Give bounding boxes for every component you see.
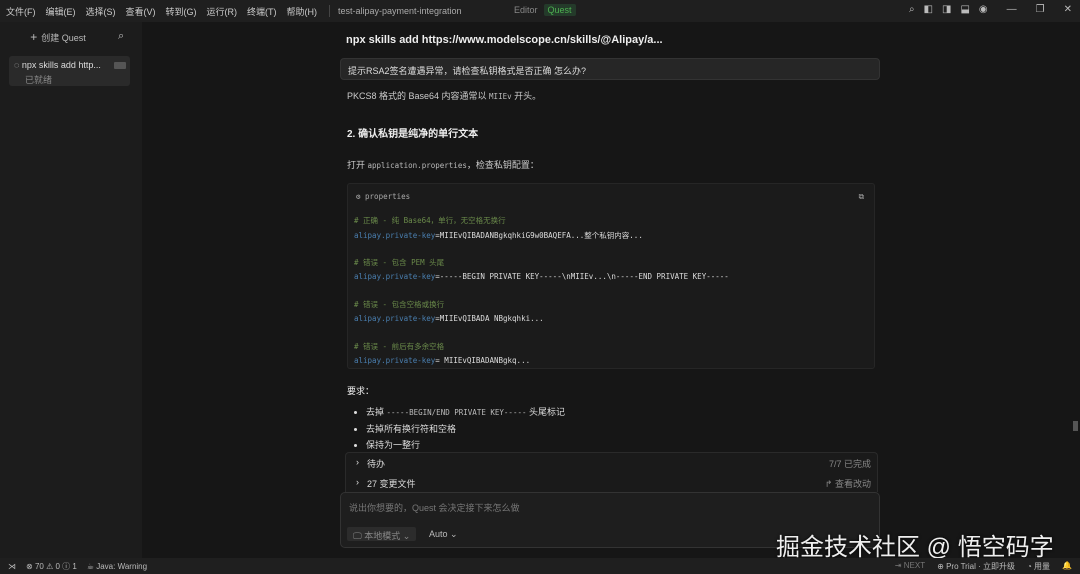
code-line: alipay.private-key=MIIEvQIBADANBgkqhkiG9… bbox=[354, 230, 643, 241]
paragraph: 打开 application.properties，检查私钥配置： bbox=[347, 160, 539, 170]
check-circle-icon: ◌ bbox=[14, 60, 20, 70]
code-comment: # 错误 - 包含空格或换行 bbox=[354, 300, 445, 309]
todo-label: 待办 bbox=[367, 459, 386, 469]
remote-icon[interactable]: ⋊ bbox=[8, 562, 16, 571]
code-line: alipay.private-key= MIIEvQIBADANBgkq... bbox=[354, 356, 530, 365]
list-item: 去掉所有换行符和空格 bbox=[366, 421, 565, 437]
copy-icon[interactable]: ⧉ bbox=[859, 192, 864, 202]
code-block: ⚙ properties ⧉ # 正确 - 纯 Base64，单行，无空格无换行… bbox=[347, 183, 875, 369]
plus-icon: + bbox=[30, 30, 38, 44]
scrollbar[interactable] bbox=[1073, 421, 1078, 431]
project-name: test-alipay-payment-integration bbox=[338, 6, 462, 16]
tab-quest[interactable]: Quest bbox=[543, 4, 576, 16]
code-language: properties bbox=[365, 192, 411, 201]
section-heading: 2. 确认私钥是纯净的单行文本 bbox=[347, 129, 479, 140]
sidebar: + 创建 Quest ⌕ ◌ npx skills add http... 已就绪 bbox=[0, 22, 142, 558]
changes-row[interactable]: › 27 变更文件 ↱ 查看改动 bbox=[356, 477, 871, 490]
usage-button[interactable]: ◔ 用量 bbox=[1027, 561, 1050, 572]
code-line: alipay.private-key=MIIEvQIBADA NBgkqhki.… bbox=[354, 314, 544, 323]
quest-title: npx skills add http... bbox=[21, 60, 101, 70]
code-value: =MIIEvQIBADANBgkqhkiG9w0BAQEFA...整个私钥内容.… bbox=[435, 231, 643, 240]
divider bbox=[329, 5, 330, 17]
todo-status: 7/7 已完成 bbox=[828, 459, 871, 469]
watermark: 掘金技术社区 @ 悟空码字 bbox=[776, 534, 1054, 561]
search-icon[interactable]: ⌕ bbox=[118, 30, 124, 43]
menu-view[interactable]: 查看(V) bbox=[126, 5, 156, 18]
menu-selection[interactable]: 选择(S) bbox=[86, 5, 116, 18]
next-indicator[interactable]: ⇥ NEXT bbox=[895, 561, 925, 572]
new-quest-button[interactable]: + 创建 Quest bbox=[8, 28, 108, 46]
code-value: =MIIEvQIBADA NBgkqhki... bbox=[435, 314, 544, 323]
chat-title: npx skills add https://www.modelscope.cn… bbox=[346, 34, 663, 46]
minimize-icon[interactable]: — bbox=[1007, 4, 1017, 15]
todo-row[interactable]: › 待办 7/7 已完成 bbox=[356, 457, 871, 470]
quest-item[interactable]: ◌ npx skills add http... 已就绪 bbox=[9, 56, 130, 86]
changes-label: 27 变更文件 bbox=[367, 479, 416, 489]
menu-edit[interactable]: 编辑(E) bbox=[46, 5, 76, 18]
code-line: alipay.private-key=-----BEGIN PRIVATE KE… bbox=[354, 272, 729, 281]
tab-editor[interactable]: Editor bbox=[510, 4, 542, 16]
code-comment: # 正确 - 纯 Base64，单行，无空格无换行 bbox=[354, 216, 506, 225]
status-bar: ⋊ ⊗ 70 ⚠ 0 ⓘ 1 ☕ Java: Warning ⇥ NEXT ⊕ … bbox=[0, 558, 1080, 574]
chevron-right-icon: › bbox=[356, 477, 359, 487]
code-key: alipay.private-key bbox=[354, 356, 436, 365]
problems-indicator[interactable]: ⊗ 70 ⚠ 0 ⓘ 1 bbox=[26, 561, 77, 572]
code-key: alipay.private-key bbox=[354, 231, 436, 240]
sidebar-toggle-icon[interactable]: ◧ bbox=[924, 4, 933, 15]
code-comment: # 错误 - 包含 PEM 头尾 bbox=[354, 258, 445, 267]
model-select[interactable]: Auto ⌄ bbox=[429, 529, 458, 540]
user-message: 提示RSA2签名遭遇异常，请检查私钥格式是否正确 怎么办? bbox=[340, 58, 880, 80]
code-key: alipay.private-key bbox=[354, 314, 436, 323]
monitor-icon: 🖵 bbox=[353, 531, 362, 541]
chevron-right-icon: › bbox=[356, 457, 359, 467]
paragraph: PKCS8 格式的 Base64 内容通常以 MIIEv 开头。 bbox=[347, 91, 542, 101]
menu-go[interactable]: 转到(G) bbox=[166, 5, 197, 18]
list-item: 保持为一整行 bbox=[366, 437, 565, 453]
menu-help[interactable]: 帮助(H) bbox=[287, 5, 318, 18]
bottom-panel-icon[interactable]: ⬓ bbox=[960, 4, 969, 15]
requirements-list: 去掉 -----BEGIN/END PRIVATE KEY----- 头尾标记 … bbox=[366, 404, 565, 453]
pro-trial-button[interactable]: ⊕ Pro Trial · 立即升级 bbox=[937, 561, 1015, 572]
code-key: alipay.private-key bbox=[354, 272, 436, 281]
badge bbox=[114, 62, 126, 69]
code-comment: # 错误 - 前后有多余空格 bbox=[354, 342, 445, 351]
close-icon[interactable]: ✕ bbox=[1064, 4, 1072, 15]
bell-icon[interactable]: 🔔 bbox=[1062, 561, 1072, 572]
quest-status: 已就绪 bbox=[25, 75, 53, 85]
restore-icon[interactable]: ❐ bbox=[1036, 4, 1045, 15]
menu-terminal[interactable]: 终端(T) bbox=[247, 5, 277, 18]
account-icon[interactable]: ◉ bbox=[979, 4, 988, 15]
new-quest-label: 创建 Quest bbox=[41, 32, 86, 43]
requirements-label: 要求： bbox=[347, 386, 375, 396]
list-item: 去掉 -----BEGIN/END PRIVATE KEY----- 头尾标记 bbox=[366, 404, 565, 421]
gear-icon: ⚙ bbox=[356, 192, 361, 201]
task-panel: › 待办 7/7 已完成 › 27 变更文件 ↱ 查看改动 bbox=[345, 452, 878, 492]
java-status[interactable]: ☕ Java: Warning bbox=[87, 562, 147, 571]
panel-toggle-icon[interactable]: ◨ bbox=[942, 4, 951, 15]
code-value: = MIIEvQIBADANBgkq... bbox=[435, 356, 531, 365]
menu-file[interactable]: 文件(F) bbox=[6, 5, 36, 18]
input-placeholder: 说出你想要的，Quest 会决定接下来怎么做 bbox=[349, 503, 520, 513]
search-icon[interactable]: ⌕ bbox=[909, 4, 915, 15]
menu-bar: 文件(F) 编辑(E) 选择(S) 查看(V) 转到(G) 运行(R) 终端(T… bbox=[0, 0, 1080, 22]
view-changes-button[interactable]: ↱ 查看改动 bbox=[825, 477, 871, 490]
mode-select[interactable]: 🖵 本地模式 ⌄ bbox=[347, 527, 417, 541]
share-icon: ↱ bbox=[824, 479, 833, 489]
menu-run[interactable]: 运行(R) bbox=[207, 5, 238, 18]
code-value: =-----BEGIN PRIVATE KEY-----\nMIIEv...\n… bbox=[435, 272, 729, 281]
